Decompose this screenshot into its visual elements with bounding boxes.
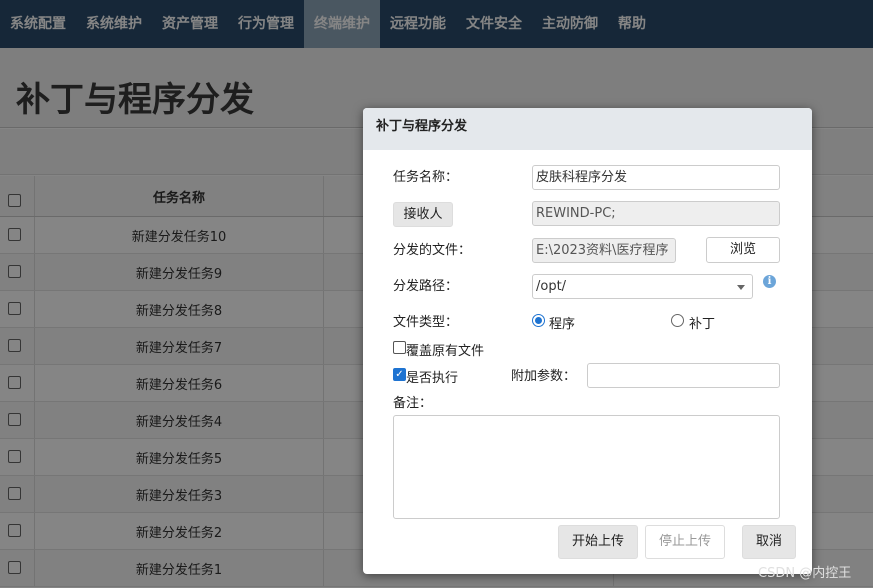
path-label: 分发路径： [393,279,459,294]
radio-program[interactable] [532,314,545,327]
browse-button[interactable]: 浏览 [706,237,780,263]
overwrite-checkbox[interactable] [393,341,406,354]
radio-patch-label: 补丁 [689,317,716,332]
file-type-label: 文件类型： [393,315,459,330]
overwrite-label: 覆盖原有文件 [406,344,485,359]
chevron-down-icon [737,285,745,290]
notes-textarea[interactable] [393,415,780,519]
info-icon[interactable]: i [763,275,776,288]
file-path-field: E:\2023资料\医疗程序 [532,238,676,263]
extra-params-label: 附加参数： [511,369,577,384]
execute-checkbox[interactable]: ✓ [393,368,406,381]
stop-upload-button[interactable]: 停止上传 [645,525,725,559]
path-select-value: /opt/ [536,279,567,294]
path-select[interactable]: /opt/ [532,274,753,299]
extra-params-input[interactable] [587,363,780,388]
task-name-label: 任务名称： [393,170,459,185]
dialog-title: 补丁与程序分发 [363,108,812,150]
watermark: CSDN @内控王 [758,566,852,581]
cancel-button[interactable]: 取消 [742,525,796,559]
notes-label: 备注： [393,396,433,411]
task-name-input[interactable]: 皮肤科程序分发 [532,165,780,190]
receiver-button[interactable]: 接收人 [393,202,453,227]
distribution-dialog: 补丁与程序分发 任务名称： 皮肤科程序分发 接收人 REWIND-PC; 分发的… [363,108,812,574]
radio-patch[interactable] [671,314,684,327]
receiver-field: REWIND-PC; [532,201,780,226]
start-upload-button[interactable]: 开始上传 [558,525,638,559]
radio-program-label: 程序 [549,317,576,332]
file-label: 分发的文件： [393,243,472,258]
execute-label: 是否执行 [406,371,459,386]
